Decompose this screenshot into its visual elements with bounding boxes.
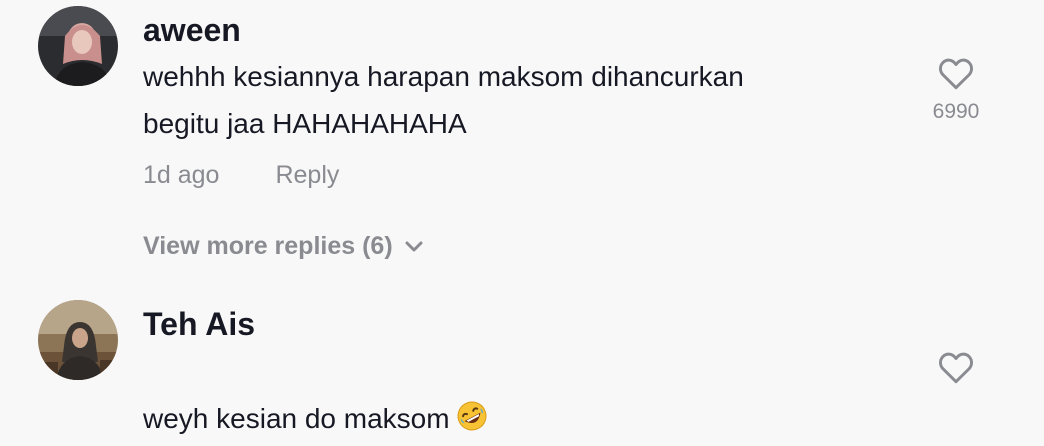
comment-text: weyh kesian do maksom [143,348,903,446]
like-control: 6990 [930,56,982,124]
avatar[interactable] [38,300,118,380]
view-more-replies-button[interactable]: View more replies (6) [143,232,423,261]
like-control [930,350,982,384]
comment-item: Teh Ais weyh kesian do maksom [0,290,1044,434]
comment-username[interactable]: aween [143,12,241,49]
comment-text-content: weyh kesian do maksom [143,403,450,434]
chevron-down-icon [405,241,423,252]
avatar-image [38,6,118,86]
view-more-replies-label: View more replies (6) [143,232,393,260]
heart-icon[interactable] [937,350,975,384]
comment-timestamp: 1d ago [143,161,220,189]
avatar-image [38,300,118,380]
comment-meta: 1d ago Reply [143,161,339,190]
comment-text: wehhh kesiannya harapan maksom dihancurk… [143,61,744,139]
reply-button[interactable]: Reply [275,161,339,189]
comment-username[interactable]: Teh Ais [143,306,255,343]
rolling-on-floor-laughing-emoji-icon [456,399,488,446]
avatar[interactable] [38,6,118,86]
comment-item: aween wehhh kesiannya harapan maksom dih… [0,0,1044,210]
heart-icon[interactable] [937,56,975,90]
like-count: 6990 [932,100,980,123]
